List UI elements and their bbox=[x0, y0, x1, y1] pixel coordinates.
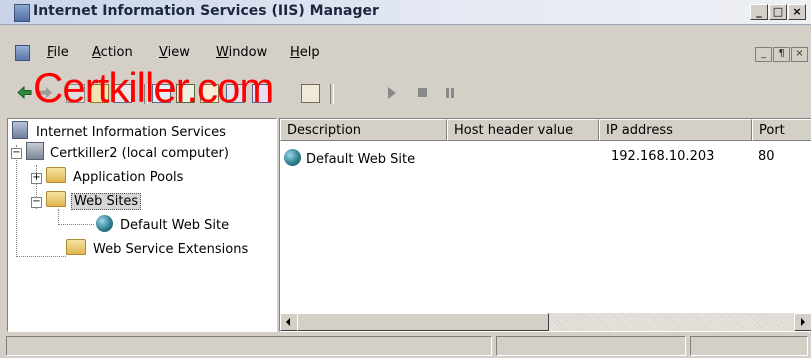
scroll-left-button[interactable] bbox=[280, 313, 298, 331]
status-panel-main bbox=[6, 336, 492, 356]
list-row-default-web-site[interactable]: Default Web Site bbox=[284, 149, 415, 167]
tree-connector bbox=[16, 145, 17, 255]
computer-icon bbox=[26, 142, 44, 160]
menu-window[interactable]: Window bbox=[216, 45, 267, 60]
status-panel-2 bbox=[496, 336, 686, 356]
column-header-port[interactable]: Port bbox=[752, 119, 811, 141]
window-title: Internet Information Services (IIS) Mana… bbox=[33, 3, 379, 19]
tree-node-iis-root[interactable]: Internet Information Services bbox=[12, 121, 228, 141]
expand-app-pools-button[interactable]: + bbox=[31, 173, 42, 184]
toolbar-separator bbox=[330, 84, 334, 104]
title-bar: Internet Information Services (IIS) Mana… bbox=[0, 0, 811, 25]
back-arrow-icon[interactable] bbox=[16, 84, 33, 101]
iis-app-icon bbox=[14, 4, 30, 22]
pause-icon[interactable] bbox=[446, 88, 454, 98]
column-header-host-header[interactable]: Host header value bbox=[447, 119, 599, 141]
menu-action[interactable]: Action bbox=[92, 45, 133, 60]
cell-description: Default Web Site bbox=[306, 152, 416, 167]
list-pane[interactable]: Description Host header value IP address… bbox=[279, 118, 811, 332]
mdi-minimize-button[interactable]: _ bbox=[755, 47, 772, 62]
status-panel-3 bbox=[690, 336, 808, 356]
tree-node-computer[interactable]: Certkiller2 (local computer) bbox=[26, 142, 231, 162]
tree-connector bbox=[16, 256, 66, 257]
mdi-close-button[interactable]: × bbox=[791, 47, 808, 62]
web-site-icon[interactable] bbox=[301, 84, 320, 103]
maximize-button[interactable]: □ bbox=[769, 4, 787, 20]
tree-connector bbox=[58, 209, 59, 223]
horizontal-scrollbar[interactable] bbox=[280, 313, 811, 331]
menu-help[interactable]: Help bbox=[290, 45, 320, 60]
document-icon[interactable] bbox=[15, 45, 30, 61]
menu-view[interactable]: View bbox=[159, 45, 190, 60]
column-header-description[interactable]: Description bbox=[280, 119, 447, 141]
collapse-web-sites-button[interactable]: − bbox=[31, 197, 42, 208]
menu-bar: File Action View Window Help _ ¶ × bbox=[0, 42, 811, 64]
folder-icon bbox=[46, 167, 66, 183]
watermark-text: Certkiller.com bbox=[33, 64, 274, 111]
menu-file[interactable]: File bbox=[47, 45, 69, 60]
folder-icon bbox=[66, 239, 86, 255]
left-arrow-icon bbox=[286, 318, 290, 326]
scroll-thumb[interactable] bbox=[297, 313, 549, 331]
column-header-ip-address[interactable]: IP address bbox=[599, 119, 752, 141]
right-arrow-icon bbox=[801, 318, 805, 326]
collapse-computer-button[interactable]: − bbox=[11, 148, 22, 159]
cell-port: 80 bbox=[758, 149, 775, 164]
tree-node-web-service-extensions[interactable]: Web Service Extensions bbox=[66, 239, 250, 259]
close-button[interactable]: × bbox=[788, 4, 806, 20]
tree-node-web-sites[interactable]: Web Sites bbox=[46, 191, 142, 211]
scroll-right-button[interactable] bbox=[794, 313, 811, 331]
globe-icon bbox=[96, 215, 113, 232]
globe-icon bbox=[284, 149, 301, 166]
play-icon[interactable] bbox=[388, 87, 396, 99]
folder-icon bbox=[46, 191, 66, 207]
tree-connector bbox=[58, 224, 94, 225]
minimize-button[interactable]: _ bbox=[750, 4, 768, 20]
tree-node-default-web-site[interactable]: Default Web Site bbox=[96, 215, 231, 235]
stop-icon[interactable] bbox=[418, 88, 427, 97]
cell-ip-address: 192.168.10.203 bbox=[611, 149, 715, 164]
tree-node-application-pools[interactable]: Application Pools bbox=[46, 167, 185, 187]
mdi-controls: _ ¶ × bbox=[754, 45, 808, 62]
iis-server-icon bbox=[12, 121, 28, 139]
mdi-restore-button[interactable]: ¶ bbox=[773, 47, 790, 62]
tree-pane[interactable]: Internet Information Services − Certkill… bbox=[7, 118, 277, 332]
status-bar bbox=[0, 334, 811, 358]
